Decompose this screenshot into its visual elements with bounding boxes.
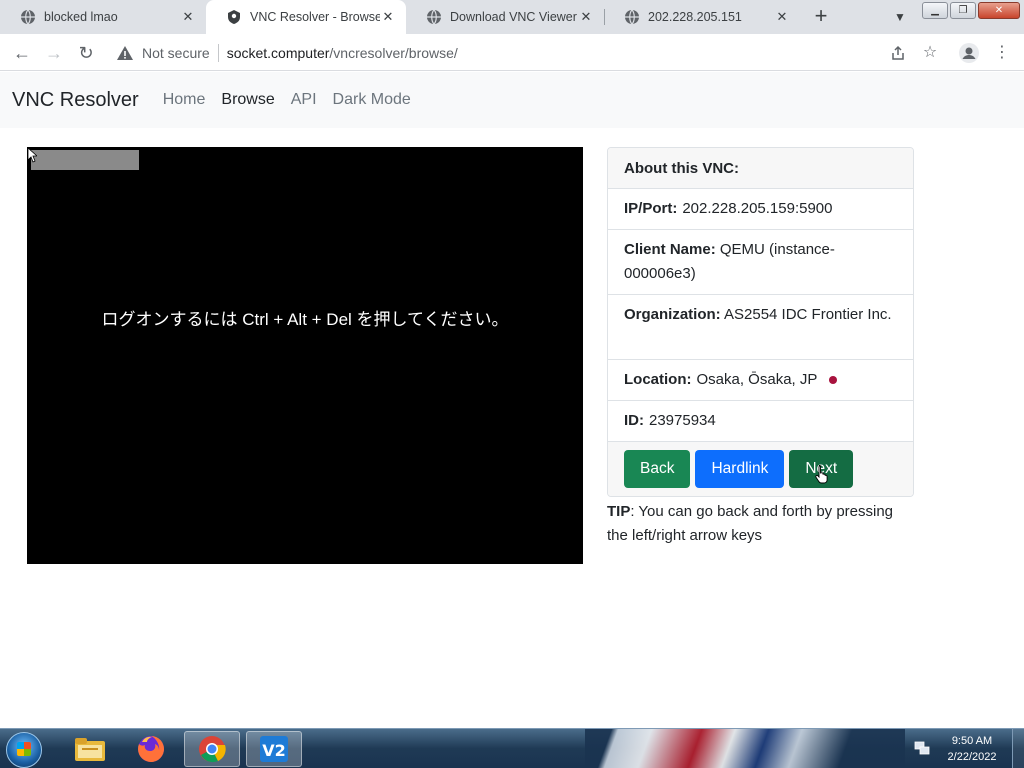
tab-title: 202.228.205.151 bbox=[648, 10, 742, 24]
tab-blocked[interactable]: blocked lmao ✕ bbox=[0, 0, 206, 34]
share-icon[interactable] bbox=[886, 41, 910, 65]
page-content: VNC Resolver Home Browse API Dark Mode ロ… bbox=[0, 72, 1024, 728]
screenshot-title-bar bbox=[31, 150, 139, 170]
location-value: Osaka, Ōsaka, JP bbox=[696, 371, 818, 388]
back-button[interactable]: Back bbox=[624, 450, 691, 488]
chrome-icon[interactable] bbox=[184, 731, 240, 767]
new-tab-button[interactable]: + bbox=[809, 5, 833, 29]
reload-icon[interactable]: ↻ bbox=[74, 41, 98, 65]
organization-label: Organization: bbox=[624, 306, 721, 323]
close-tab-icon[interactable]: ✕ bbox=[578, 9, 594, 25]
tab-search-icon[interactable]: ▼ bbox=[890, 7, 910, 27]
nav-home[interactable]: Home bbox=[163, 91, 206, 109]
tab-vnc-resolver[interactable]: VNC Resolver - Browse ✕ bbox=[206, 0, 406, 34]
client-name-row: Client Name: QEMU (instance-000006e3) bbox=[608, 230, 913, 295]
start-button[interactable] bbox=[6, 732, 42, 768]
organization-value: AS2554 IDC Frontier Inc. bbox=[724, 306, 892, 323]
globe-icon bbox=[624, 9, 640, 25]
site-brand[interactable]: VNC Resolver bbox=[12, 89, 139, 112]
tip-text: TIP: You can go back and forth by pressi… bbox=[607, 500, 917, 548]
nav-api[interactable]: API bbox=[291, 91, 317, 109]
location-dot-icon bbox=[829, 376, 838, 384]
hardlink-button[interactable]: Hardlink bbox=[695, 450, 785, 488]
tab-ip[interactable]: 202.228.205.151 ✕ bbox=[604, 0, 800, 34]
id-value: 23975934 bbox=[649, 412, 716, 429]
next-button[interactable]: Next bbox=[789, 450, 854, 488]
tab-title: Download VNC Viewer fo bbox=[450, 10, 578, 24]
forward-arrow-icon[interactable]: → bbox=[42, 41, 66, 65]
nav-browse[interactable]: Browse bbox=[221, 91, 274, 109]
firefox-icon[interactable] bbox=[123, 731, 179, 767]
clock-date: 2/22/2022 bbox=[947, 751, 997, 763]
id-label: ID: bbox=[624, 412, 644, 429]
explorer-icon[interactable] bbox=[62, 731, 118, 767]
about-card: About this VNC: IP/Port: 202.228.205.159… bbox=[607, 147, 914, 497]
close-tab-icon[interactable]: ✕ bbox=[774, 9, 790, 25]
windows-taskbar: V2 9:50 AM 2/22/2022 bbox=[0, 728, 1024, 768]
bookmark-star-icon[interactable]: ☆ bbox=[918, 41, 942, 65]
ip-port-row: IP/Port: 202.228.205.159:5900 bbox=[608, 189, 913, 230]
close-tab-icon[interactable]: ✕ bbox=[380, 9, 396, 25]
show-desktop-button[interactable] bbox=[1012, 729, 1024, 768]
ip-port-value: 202.228.205.159:5900 bbox=[682, 200, 833, 217]
back-arrow-icon[interactable]: ← bbox=[10, 41, 34, 65]
vnc-viewer-icon[interactable]: V2 bbox=[246, 731, 302, 767]
id-row: ID: 23975934 bbox=[608, 401, 913, 442]
close-tab-icon[interactable]: ✕ bbox=[180, 9, 196, 25]
url-host: socket.computer bbox=[226, 44, 330, 61]
tab-download-vnc[interactable]: Download VNC Viewer fo ✕ bbox=[406, 0, 604, 34]
clock-time: 9:50 AM bbox=[951, 735, 993, 747]
tab-title: VNC Resolver - Browse bbox=[250, 10, 380, 24]
window-controls: ▁ ❐ ✕ bbox=[922, 2, 1020, 19]
about-title: About this VNC: bbox=[608, 148, 913, 189]
menu-kebab-icon[interactable]: ⋮ bbox=[990, 41, 1014, 65]
location-row: Location: Osaka, Ōsaka, JP bbox=[608, 360, 913, 401]
vnc-screenshot: ログオンするには Ctrl + Alt + Del を押してください。 bbox=[27, 147, 583, 564]
address-bar[interactable]: Not secure socket.computer/vncresolver/b… bbox=[108, 38, 948, 67]
client-label: Client Name: bbox=[624, 241, 716, 258]
card-footer: Back Hardlink Next bbox=[608, 442, 913, 496]
url-path: /vncresolver/browse/ bbox=[329, 44, 458, 61]
svg-text:V2: V2 bbox=[262, 741, 286, 760]
logon-message: ログオンするには Ctrl + Alt + Del を押してください。 bbox=[101, 310, 509, 329]
maximize-button[interactable]: ❐ bbox=[950, 2, 976, 19]
organization-row: Organization: AS2554 IDC Frontier Inc. bbox=[608, 295, 913, 360]
network-icon[interactable] bbox=[914, 740, 930, 756]
browser-toolbar: ← → ↻ Not secure socket.computer/vncreso… bbox=[0, 34, 1024, 71]
globe-icon bbox=[426, 9, 442, 25]
minimize-button[interactable]: ▁ bbox=[922, 2, 948, 19]
tip-body: : You can go back and forth by pressing … bbox=[607, 503, 894, 544]
tip-label: TIP bbox=[607, 503, 631, 520]
warning-icon[interactable] bbox=[116, 44, 134, 62]
mouse-pointer-icon bbox=[27, 147, 37, 163]
desktop-wallpaper-strip bbox=[585, 729, 905, 768]
nav-dark-mode[interactable]: Dark Mode bbox=[333, 91, 411, 109]
tab-strip: blocked lmao ✕ VNC Resolver - Browse ✕ D… bbox=[0, 0, 1024, 34]
site-navbar: VNC Resolver Home Browse API Dark Mode bbox=[0, 72, 1024, 128]
system-clock[interactable]: 9:50 AM 2/22/2022 bbox=[937, 733, 1007, 765]
not-secure-label: Not secure bbox=[142, 44, 210, 61]
hand-pointer-icon bbox=[815, 465, 828, 484]
profile-avatar-icon[interactable] bbox=[957, 41, 981, 65]
ip-port-label: IP/Port: bbox=[624, 200, 678, 217]
close-window-button[interactable]: ✕ bbox=[978, 2, 1020, 19]
tab-title: blocked lmao bbox=[44, 10, 118, 24]
globe-icon bbox=[20, 9, 36, 25]
location-label: Location: bbox=[624, 371, 692, 388]
address-separator bbox=[217, 43, 219, 62]
site-icon bbox=[226, 9, 242, 25]
